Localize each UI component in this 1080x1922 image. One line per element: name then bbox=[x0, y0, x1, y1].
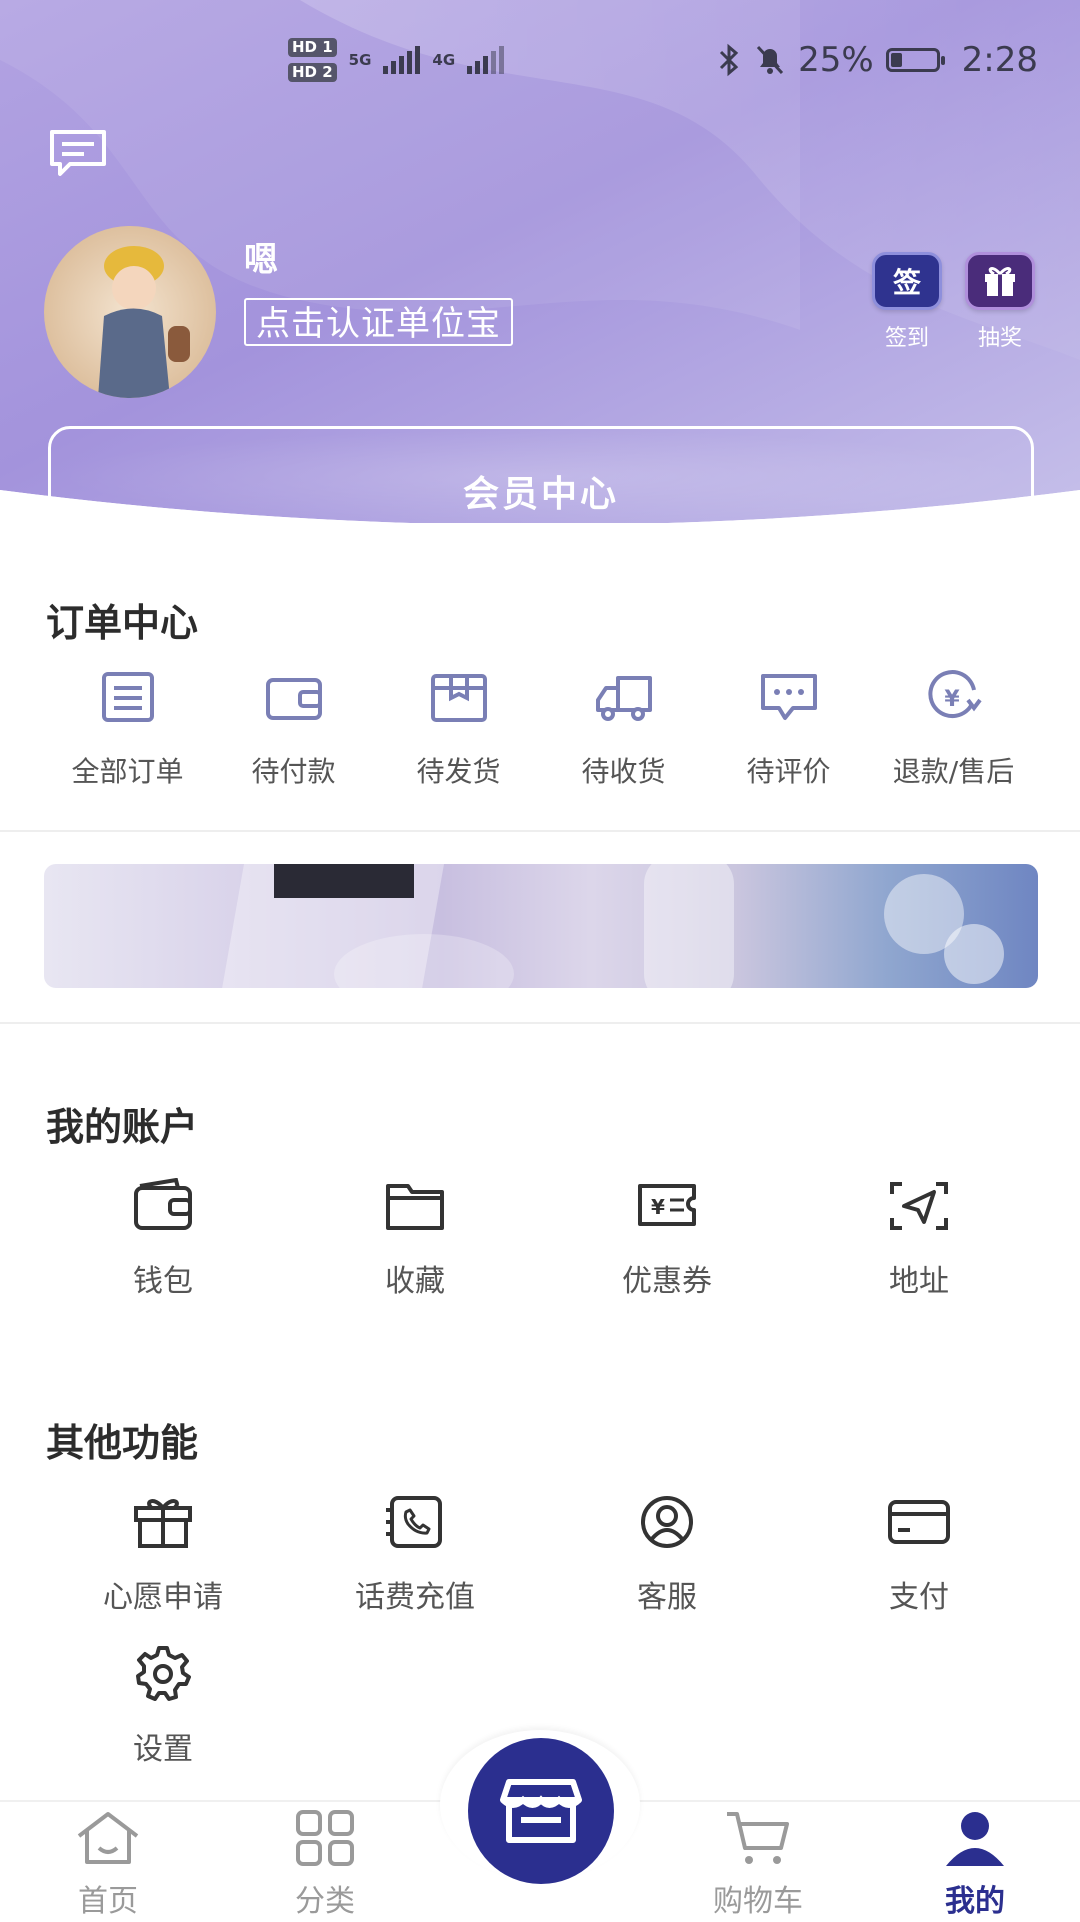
user-icon bbox=[946, 1812, 1004, 1866]
my-account-title: 我的账户 bbox=[46, 1105, 199, 1149]
tab-mine-label: 我的 bbox=[945, 1884, 1005, 1919]
account-wallet-label: 钱包 bbox=[133, 1264, 193, 1299]
avatar[interactable] bbox=[44, 226, 216, 398]
order-pending-review-label: 待评价 bbox=[746, 755, 831, 788]
network-indicators: HD 1 HD 2 5G 4G bbox=[288, 38, 505, 82]
order-center-title: 订单中心 bbox=[46, 601, 199, 645]
wish-request[interactable]: 心愿申请 bbox=[63, 1494, 263, 1616]
support-icon bbox=[641, 1496, 693, 1548]
gift-icon bbox=[134, 1499, 192, 1548]
store-icon bbox=[500, 1779, 582, 1843]
svg-text:¥: ¥ bbox=[944, 687, 960, 712]
lottery-label: 抽奖 bbox=[977, 326, 1022, 351]
signal-icon bbox=[467, 46, 505, 74]
settings[interactable]: 设置 bbox=[63, 1646, 263, 1768]
account-wallet[interactable]: 钱包 bbox=[63, 1177, 263, 1300]
payment-label: 支付 bbox=[889, 1580, 949, 1615]
phone-icon bbox=[386, 1496, 442, 1548]
coupon-icon: ¥ bbox=[638, 1184, 696, 1226]
other-functions-title: 其他功能 bbox=[46, 1421, 199, 1465]
folder-icon bbox=[386, 1184, 444, 1230]
divider bbox=[0, 1022, 1080, 1024]
wallet-icon bbox=[134, 1177, 192, 1230]
battery-percent: 25% bbox=[798, 40, 874, 80]
order-pending-receipt-label: 待收货 bbox=[581, 755, 666, 788]
center-store-button[interactable] bbox=[468, 1738, 614, 1884]
sim1-hd-badge: HD 1 bbox=[288, 38, 337, 57]
order-pending-shipment-label: 待发货 bbox=[416, 755, 501, 788]
home-icon bbox=[77, 1812, 139, 1864]
tab-home-label: 首页 bbox=[78, 1884, 138, 1919]
status-right: 25% 2:28 bbox=[716, 40, 1038, 80]
comment-icon bbox=[760, 674, 817, 720]
phone-recharge[interactable]: 话费充值 bbox=[315, 1494, 515, 1616]
battery-icon bbox=[885, 48, 945, 72]
clock: 2:28 bbox=[961, 40, 1038, 80]
tab-cart-label: 购物车 bbox=[713, 1884, 803, 1919]
user-name: 嗯 bbox=[244, 240, 278, 280]
account-coupons-label: 优惠券 bbox=[622, 1264, 712, 1299]
tab-home[interactable]: 首页 bbox=[38, 1808, 178, 1920]
wish-request-label: 心愿申请 bbox=[103, 1580, 223, 1615]
order-shortcuts: 全部订单 待付款 待发货 待收货 待评价 ¥ 退款/售后 bbox=[0, 670, 1080, 790]
svg-text:¥: ¥ bbox=[651, 1195, 665, 1219]
order-all[interactable]: 全部订单 bbox=[45, 670, 210, 790]
refund-icon: ¥ bbox=[927, 670, 982, 719]
cart-icon bbox=[727, 1812, 789, 1864]
order-pending-shipment[interactable]: 待发货 bbox=[376, 670, 541, 790]
truck-icon bbox=[595, 676, 652, 721]
order-pending-payment-label: 待付款 bbox=[251, 755, 336, 788]
package-icon bbox=[430, 674, 487, 722]
sign-in-label: 签到 bbox=[884, 326, 929, 351]
tab-mine[interactable]: 我的 bbox=[905, 1808, 1045, 1920]
tab-cart[interactable]: 购物车 bbox=[688, 1808, 828, 1920]
location-icon bbox=[890, 1182, 948, 1230]
sim2-hd-badge: HD 2 bbox=[288, 63, 337, 82]
account-favorites-label: 收藏 bbox=[385, 1264, 445, 1299]
order-refund-label: 退款/售后 bbox=[892, 755, 1015, 788]
promo-banner[interactable] bbox=[44, 864, 1038, 988]
verify-unit-button[interactable]: 点击认证单位宝 bbox=[244, 298, 513, 346]
card-icon bbox=[888, 1500, 950, 1544]
network-type-2: 4G bbox=[432, 51, 456, 69]
account-address[interactable]: 地址 bbox=[819, 1178, 1019, 1300]
sign-in-button[interactable]: 签 签到 bbox=[872, 252, 942, 352]
payment[interactable]: 支付 bbox=[819, 1494, 1019, 1616]
customer-service-label: 客服 bbox=[637, 1580, 697, 1615]
grid-icon bbox=[296, 1810, 354, 1866]
order-pending-payment[interactable]: 待付款 bbox=[211, 670, 376, 790]
gift-icon bbox=[965, 252, 1035, 310]
order-pending-review[interactable]: 待评价 bbox=[706, 670, 871, 790]
message-icon[interactable] bbox=[48, 128, 108, 178]
status-bar: HD 1 HD 2 5G 4G 25% 2:28 bbox=[0, 30, 1080, 100]
sign-in-icon: 签 bbox=[872, 252, 942, 310]
member-center-label: 会员中心 bbox=[462, 474, 619, 515]
settings-label: 设置 bbox=[133, 1732, 193, 1767]
account-coupons[interactable]: ¥ 优惠券 bbox=[567, 1178, 767, 1300]
bluetooth-icon bbox=[720, 43, 739, 77]
network-type-1: 5G bbox=[348, 51, 372, 69]
mute-bell-icon bbox=[756, 45, 784, 75]
phone-recharge-label: 话费充值 bbox=[355, 1580, 475, 1615]
tab-category-label: 分类 bbox=[295, 1884, 355, 1919]
wallet-icon bbox=[265, 678, 322, 720]
order-all-label: 全部订单 bbox=[71, 755, 184, 788]
signal-icon bbox=[383, 46, 421, 74]
order-refund[interactable]: ¥ 退款/售后 bbox=[871, 670, 1036, 790]
list-icon bbox=[101, 672, 154, 722]
divider bbox=[0, 830, 1080, 832]
lottery-button[interactable]: 抽奖 bbox=[965, 252, 1035, 352]
tab-category[interactable]: 分类 bbox=[255, 1808, 395, 1920]
member-center-card[interactable]: 会员中心 bbox=[48, 426, 1034, 526]
gear-icon bbox=[136, 1646, 191, 1701]
account-favorites[interactable]: 收藏 bbox=[315, 1178, 515, 1300]
order-pending-receipt[interactable]: 待收货 bbox=[541, 670, 706, 790]
customer-service[interactable]: 客服 bbox=[567, 1494, 767, 1616]
account-address-label: 地址 bbox=[889, 1264, 949, 1299]
